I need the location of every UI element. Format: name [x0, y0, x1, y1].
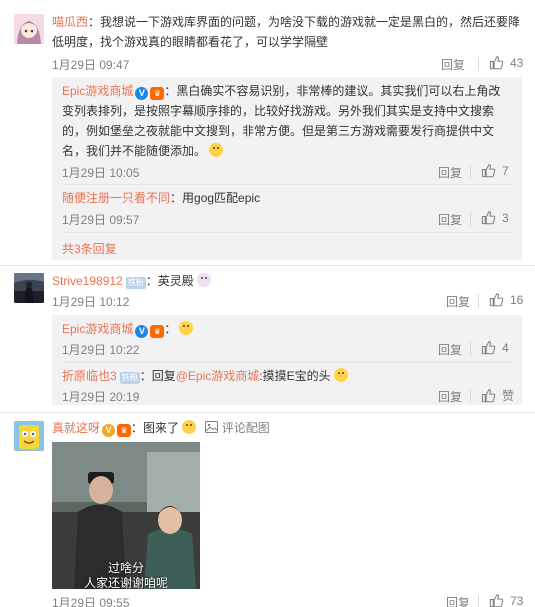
like-button[interactable]: 7 [481, 163, 509, 178]
comment-text: 喵瓜西：我想说一下游戏库界面的问题，为啥没下载的游戏就一定是黑白的，然后还要降 … [52, 15, 521, 49]
thumbs-up-icon [481, 341, 496, 355]
divider [478, 294, 479, 308]
reply-user[interactable]: 折原临也3 [62, 369, 117, 383]
like-count: 3 [502, 210, 509, 225]
reply-time: 1月29日 10:22 [62, 343, 140, 357]
image-caption: 人家还谢谢咱呢 [83, 576, 168, 589]
divider [470, 165, 471, 179]
like-button[interactable]: 43 [489, 55, 523, 70]
fan-badge: 铁粉 [125, 277, 146, 289]
reply-button[interactable]: 回复 [438, 211, 462, 228]
divider [62, 232, 514, 233]
like-count: 赞 [502, 389, 515, 403]
comment-user[interactable]: Strive198912 [52, 274, 123, 288]
game-avatar-icon [14, 273, 44, 303]
anime-avatar-icon [14, 14, 44, 44]
emoji-icon [196, 273, 211, 287]
vip-icon: ♛ [150, 87, 165, 100]
comment-time: 1月29日 09:47 [52, 58, 130, 72]
comment-separator [0, 265, 535, 266]
divider [478, 57, 479, 71]
avatar[interactable] [14, 421, 44, 451]
reply-button[interactable]: 回复 [446, 293, 470, 310]
reply-button[interactable]: 回复 [438, 341, 462, 358]
view-all-replies-link[interactable]: 共3条回复 [62, 240, 117, 257]
reply-button[interactable]: 回复 [446, 594, 470, 607]
thumbs-up-icon [481, 389, 496, 403]
avatar[interactable] [14, 14, 44, 44]
like-button[interactable]: 16 [489, 292, 523, 307]
reply-button[interactable]: 回复 [438, 388, 462, 405]
reply-button[interactable]: 回复 [438, 164, 462, 181]
comment-user[interactable]: 喵瓜西 [52, 15, 88, 29]
comment-time: 1月29日 09:55 [52, 596, 130, 607]
verified-icon: V [102, 424, 116, 437]
vip-icon: ♛ [150, 325, 165, 338]
verified-icon: V [135, 325, 149, 338]
reply-user[interactable]: Epic游戏商城 [62, 322, 133, 336]
like-button[interactable]: 73 [489, 593, 523, 607]
reply-user[interactable]: 随便注册一只看不同 [62, 191, 170, 205]
reply-text: Epic游戏商城 V ♛： [62, 319, 194, 339]
reply-text: 随便注册一只看不同：用gog匹配epic [62, 191, 261, 205]
thumbs-up-icon [489, 594, 504, 607]
like-count: 4 [502, 340, 509, 355]
divider [478, 595, 479, 607]
like-count: 73 [510, 593, 524, 607]
like-count: 16 [510, 292, 524, 307]
divider [62, 184, 514, 185]
comment-image[interactable]: 过啥分 人家还谢谢咱呢 [52, 442, 200, 589]
comment-time: 1月29日 10:12 [52, 295, 130, 309]
comment-separator [0, 412, 535, 413]
thumbs-up-icon [489, 56, 504, 70]
divider [470, 342, 471, 356]
thumbs-up-icon [481, 211, 496, 225]
pet-emoji-icon [333, 368, 348, 382]
vip-icon: ♛ [117, 424, 132, 437]
divider [470, 389, 471, 403]
reply-time: 1月29日 20:19 [62, 390, 140, 404]
mention-link[interactable]: @Epic游戏商城 [176, 369, 260, 383]
thumbs-up-icon [489, 293, 504, 307]
image-icon [205, 421, 219, 433]
thumbs-up-icon [481, 164, 496, 178]
reply-time: 1月29日 09:57 [62, 213, 140, 227]
reply-text: 折原临也3 铁粉 ：回复@Epic游戏商城:摸摸E宝的头 [62, 366, 348, 386]
pet-emoji-icon [182, 420, 197, 434]
laugh-emoji-icon [209, 143, 224, 157]
like-count: 43 [510, 55, 524, 70]
comment-user[interactable]: 真就这呀 [52, 421, 100, 435]
like-button[interactable]: 3 [481, 210, 509, 225]
fan-badge: 铁粉 [119, 372, 140, 384]
reply-user[interactable]: Epic游戏商城 [62, 84, 133, 98]
like-count: 7 [502, 163, 509, 178]
smile-emoji-icon [179, 321, 194, 335]
image-comment-link[interactable]: 评论配图 [205, 421, 270, 435]
divider [62, 362, 514, 363]
divider [470, 212, 471, 226]
verified-icon: V [135, 87, 149, 100]
reply-time: 1月29日 10:05 [62, 166, 140, 180]
avatar[interactable] [14, 273, 44, 303]
comment-text: Strive198912 铁粉 ：英灵殿 [52, 271, 211, 291]
reply-button[interactable]: 回复 [441, 56, 465, 73]
comment-text: 真就这呀 V ♛ ：图来了 评论配图 [52, 420, 270, 437]
sponge-avatar-icon [14, 421, 44, 451]
like-button[interactable]: 赞 [481, 387, 514, 404]
like-button[interactable]: 4 [481, 340, 509, 355]
reply-text: Epic游戏商城 V ♛ ：黑白确实不容易识别，非常棒的建议。其实我们可以右上角改 变… [62, 84, 501, 158]
